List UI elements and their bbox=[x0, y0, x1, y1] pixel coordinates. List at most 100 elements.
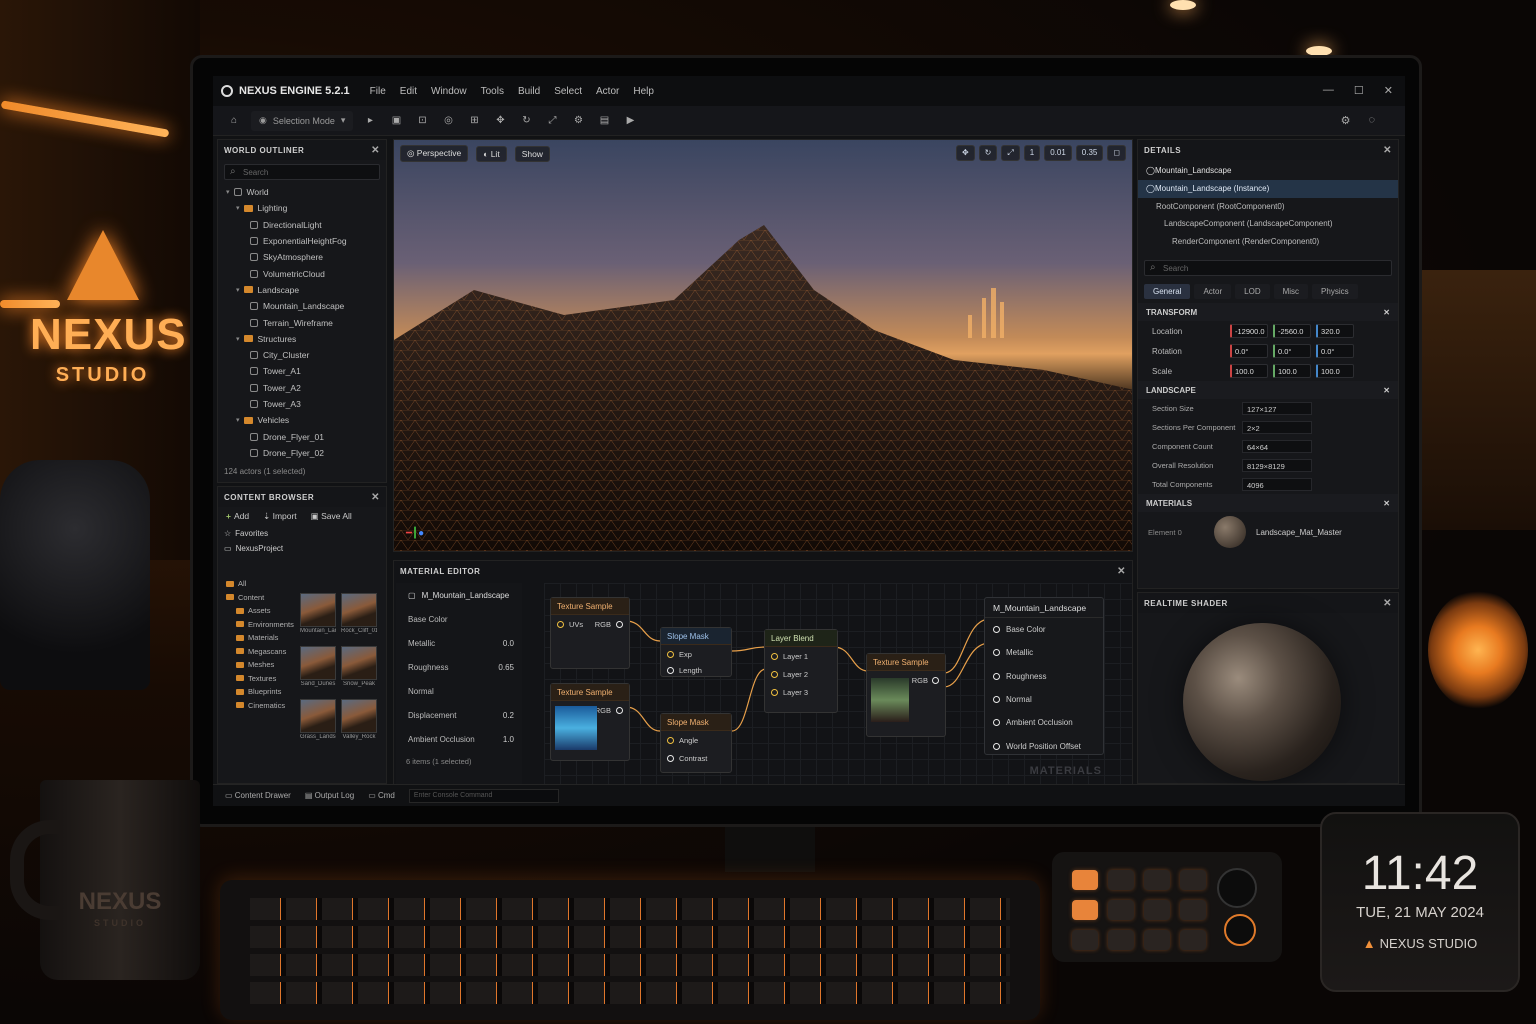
asset-thumbnail[interactable]: Mountain_Landscape bbox=[300, 593, 336, 642]
output-pin[interactable]: Base Color bbox=[985, 618, 1103, 641]
outliner-item[interactable]: Drone_Flyer_02 bbox=[218, 445, 386, 461]
content-folder[interactable]: Megascans bbox=[226, 645, 294, 659]
outliner-item[interactable]: Tower_A1 bbox=[218, 363, 386, 379]
output-pin[interactable]: Normal bbox=[985, 688, 1103, 711]
component-row[interactable]: LandscapeComponent (LandscapeComponent) bbox=[1138, 215, 1398, 233]
transform-x-field[interactable]: 100.0 bbox=[1230, 364, 1268, 378]
landscape-value[interactable]: 64×64 bbox=[1242, 440, 1312, 453]
grid-snap-value[interactable]: 1 bbox=[1023, 145, 1041, 161]
landscape-value[interactable]: 8129×8129 bbox=[1242, 459, 1312, 472]
content-folder[interactable]: Assets bbox=[226, 604, 294, 618]
menu-help[interactable]: Help bbox=[633, 86, 654, 97]
show-dropdown[interactable]: Show bbox=[514, 145, 550, 162]
play-icon[interactable]: ▸ bbox=[361, 113, 379, 129]
level-viewport[interactable]: ◎ Perspective ◐ Lit Show ✥ ↻ ⤢ 1 0.01 0.… bbox=[393, 139, 1133, 552]
notifications-icon[interactable]: ◌ bbox=[1368, 114, 1375, 127]
landscape-section[interactable]: LANDSCAPE ✕ bbox=[1138, 381, 1398, 399]
transform-z-field[interactable]: 100.0 bbox=[1316, 364, 1354, 378]
close-icon[interactable]: ✕ bbox=[371, 145, 380, 156]
texture-sample-node-3[interactable]: Texture Sample RGB bbox=[866, 653, 946, 737]
transform-z-field[interactable]: 320.0 bbox=[1316, 324, 1354, 338]
perspective-dropdown[interactable]: ◎ Perspective bbox=[400, 145, 469, 162]
outliner-item[interactable]: SkyAtmosphere bbox=[218, 249, 386, 265]
expand-caret-icon[interactable]: ▾ bbox=[226, 188, 230, 196]
instance-row[interactable]: ◯ Mountain_Landscape (Instance) bbox=[1138, 180, 1398, 198]
move-icon[interactable]: ✥ bbox=[491, 113, 509, 129]
content-folder[interactable]: Environments bbox=[226, 618, 294, 632]
landscape-value[interactable]: 127×127 bbox=[1242, 402, 1312, 415]
asset-thumbnail[interactable]: Valley_Rock bbox=[341, 699, 377, 748]
outliner-item[interactable]: Drone_Flyer_01 bbox=[218, 428, 386, 444]
transform-y-field[interactable]: 100.0 bbox=[1273, 364, 1311, 378]
outliner-item[interactable]: Tower_A3 bbox=[218, 396, 386, 412]
landscape-value[interactable]: 4096 bbox=[1242, 478, 1312, 491]
component-row[interactable]: RenderComponent (RenderComponent0) bbox=[1138, 233, 1398, 251]
output-pin[interactable]: Roughness bbox=[985, 665, 1103, 688]
translate-mode-icon[interactable]: ✥ bbox=[955, 145, 975, 161]
outliner-item[interactable]: Terrain_Wireframe bbox=[218, 314, 386, 330]
content-folder[interactable]: Blueprints bbox=[226, 685, 294, 699]
close-icon[interactable]: ✕ bbox=[371, 492, 380, 503]
slope-mask-node[interactable]: Slope Mask Exp Length bbox=[660, 627, 732, 677]
transform-y-field[interactable]: -2560.0 bbox=[1273, 324, 1311, 338]
transform-section[interactable]: TRANSFORM ✕ bbox=[1138, 303, 1398, 321]
output-pin[interactable]: World Position Offset bbox=[985, 734, 1103, 757]
save-all-button[interactable]: ▣ Save All bbox=[311, 511, 352, 522]
menu-select[interactable]: Select bbox=[554, 86, 582, 97]
asset-thumbnail[interactable]: Sand_Dunes bbox=[300, 646, 336, 695]
transform-z-field[interactable]: 0.0° bbox=[1316, 344, 1354, 358]
material-value[interactable]: Landscape_Mat_Master bbox=[1256, 528, 1342, 537]
launch-icon[interactable]: ▶ bbox=[621, 113, 639, 129]
outliner-search-input[interactable]: Search bbox=[224, 164, 380, 180]
asset-thumbnail[interactable]: Grass_Landscape bbox=[300, 699, 336, 748]
menu-file[interactable]: File bbox=[370, 86, 386, 97]
outliner-item[interactable]: ▾ Landscape bbox=[218, 282, 386, 298]
node-pin[interactable]: Angle bbox=[661, 731, 731, 749]
node-pin[interactable]: Length bbox=[661, 663, 731, 677]
material-output-node[interactable]: M_Mountain_Landscape Base Color Metallic R… bbox=[984, 597, 1104, 755]
content-drawer-button[interactable]: ▭ Content Drawer bbox=[225, 791, 291, 800]
material-preview-sphere[interactable] bbox=[1183, 623, 1341, 781]
lit-dropdown[interactable]: ◐ Lit bbox=[476, 145, 507, 162]
transform-y-field[interactable]: 0.0° bbox=[1273, 344, 1311, 358]
menu-build[interactable]: Build bbox=[518, 86, 540, 97]
content-folder[interactable]: Meshes bbox=[226, 658, 294, 672]
scale-mode-icon[interactable]: ⤢ bbox=[1001, 145, 1020, 161]
outliner-item[interactable]: ▾ Vehicles bbox=[218, 412, 386, 428]
output-pin[interactable]: Ambient Occlusion bbox=[985, 711, 1103, 734]
texture-sample-node-1[interactable]: Texture Sample UVs RGB bbox=[550, 597, 630, 669]
outliner-item[interactable]: Tower_A2 bbox=[218, 380, 386, 396]
node-pin[interactable]: Layer 2 bbox=[765, 665, 837, 683]
settings-icon[interactable]: ⚙ bbox=[569, 113, 587, 129]
node-pin[interactable]: Contrast bbox=[661, 749, 731, 767]
details-tab[interactable]: LOD bbox=[1235, 284, 1270, 299]
component-row[interactable]: RootComponent (RootComponent0) bbox=[1138, 198, 1398, 216]
materials-section[interactable]: MATERIALS ✕ bbox=[1138, 494, 1398, 512]
maximize-icon[interactable]: ☐ bbox=[1354, 84, 1364, 97]
landscape-value[interactable]: 2×2 bbox=[1242, 421, 1312, 434]
build-icon[interactable]: ▤ bbox=[595, 113, 613, 129]
content-folder[interactable]: Textures bbox=[226, 672, 294, 686]
outliner-item[interactable]: DirectionalLight bbox=[218, 217, 386, 233]
menu-actor[interactable]: Actor bbox=[596, 86, 619, 97]
menu-edit[interactable]: Edit bbox=[400, 86, 417, 97]
content-folder[interactable]: Materials bbox=[226, 631, 294, 645]
node-pin[interactable]: Layer 3 bbox=[765, 683, 837, 701]
rotate-mode-icon[interactable]: ↻ bbox=[978, 145, 998, 161]
close-icon[interactable]: ✕ bbox=[1384, 84, 1393, 97]
save-icon[interactable]: ▣ bbox=[387, 113, 405, 129]
output-log-button[interactable]: ▤ Output Log bbox=[305, 791, 354, 800]
asset-thumbnail[interactable]: Snow_Peak bbox=[341, 646, 377, 695]
expand-caret-icon[interactable]: ▾ bbox=[236, 286, 240, 294]
node-pin[interactable]: Layer 1 bbox=[765, 647, 837, 665]
slope-mask-node-2[interactable]: Slope Mask Angle Contrast bbox=[660, 713, 732, 773]
selection-mode-dropdown[interactable]: ◉ Selection Mode ▾ bbox=[251, 110, 354, 131]
favorites-row[interactable]: ☆ Favorites bbox=[218, 526, 386, 541]
layer-blend-node[interactable]: Layer Blend Layer 1 Layer 2 Layer 3 bbox=[764, 629, 838, 713]
outliner-item[interactable]: ▾ Structures bbox=[218, 331, 386, 347]
details-tab[interactable]: Physics bbox=[1312, 284, 1358, 299]
outliner-item[interactable]: ▾ World bbox=[218, 184, 386, 200]
add-button[interactable]: + Add bbox=[226, 511, 249, 522]
details-tab[interactable]: Actor bbox=[1194, 284, 1232, 299]
asset-thumbnail[interactable]: Rock_Cliff_01 bbox=[341, 593, 377, 642]
